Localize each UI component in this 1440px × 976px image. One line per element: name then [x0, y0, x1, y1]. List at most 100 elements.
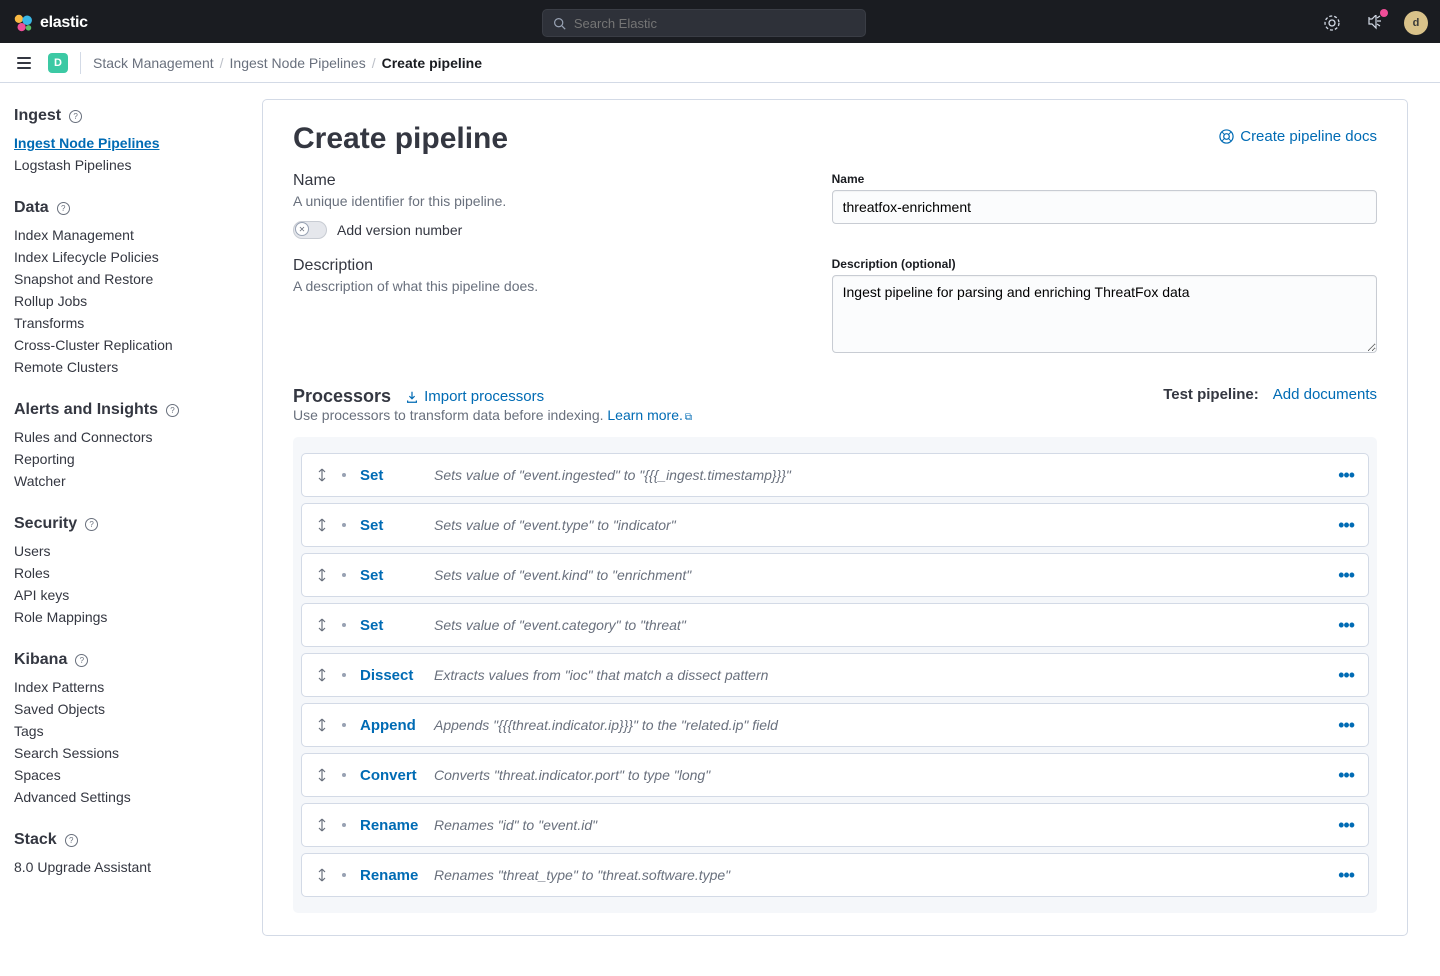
import-processors-link[interactable]: Import processors: [405, 388, 544, 405]
learn-more-link[interactable]: Learn more.⧉: [607, 407, 692, 423]
sidebar-item-search-sessions[interactable]: Search Sessions: [14, 745, 238, 761]
processor-desc: Sets value of "event.kind" to "enrichmen…: [434, 567, 1324, 583]
sidebar-item-api-keys[interactable]: API keys: [14, 587, 238, 603]
sidebar-item-advanced-settings[interactable]: Advanced Settings: [14, 789, 238, 805]
bullet-icon: [342, 623, 346, 627]
more-icon[interactable]: •••: [1338, 565, 1354, 586]
bullet-icon: [342, 523, 346, 527]
sidebar-item-saved-objects[interactable]: Saved Objects: [14, 701, 238, 717]
processor-type[interactable]: Rename: [360, 817, 420, 834]
drag-handle-icon[interactable]: [316, 818, 328, 832]
processor-type[interactable]: Append: [360, 717, 420, 734]
help-icon[interactable]: [1320, 11, 1344, 35]
help-icon[interactable]: ?: [65, 834, 78, 847]
header-actions: d: [1320, 11, 1428, 35]
logo-text: elastic: [40, 14, 88, 32]
sidebar-item-tags[interactable]: Tags: [14, 723, 238, 739]
name-title: Name: [293, 172, 792, 190]
processor-desc: Converts "threat.indicator.port" to type…: [434, 767, 1324, 783]
help-icon[interactable]: ?: [75, 654, 88, 667]
bullet-icon: [342, 573, 346, 577]
sidebar-item-ccr[interactable]: Cross-Cluster Replication: [14, 337, 238, 353]
processor-row[interactable]: SetSets value of "event.category" to "th…: [301, 603, 1369, 647]
search-input[interactable]: [574, 16, 855, 31]
sidebar-item-rollup[interactable]: Rollup Jobs: [14, 293, 238, 309]
more-icon[interactable]: •••: [1338, 615, 1354, 636]
processor-type[interactable]: Dissect: [360, 667, 420, 684]
sidebar-item-remote-clusters[interactable]: Remote Clusters: [14, 359, 238, 375]
processor-row[interactable]: AppendAppends "{{{threat.indicator.ip}}}…: [301, 703, 1369, 747]
add-documents-link[interactable]: Add documents: [1273, 386, 1377, 403]
processor-row[interactable]: SetSets value of "event.type" to "indica…: [301, 503, 1369, 547]
processors-title: Processors: [293, 386, 391, 407]
name-input[interactable]: [832, 190, 1377, 224]
help-icon[interactable]: ?: [166, 404, 179, 417]
processor-type[interactable]: Set: [360, 517, 420, 534]
hamburger-menu-icon[interactable]: [12, 51, 36, 75]
sidebar-item-index-management[interactable]: Index Management: [14, 227, 238, 243]
sidebar-heading-stack: Stack: [14, 831, 57, 849]
more-icon[interactable]: •••: [1338, 815, 1354, 836]
drag-handle-icon[interactable]: [316, 768, 328, 782]
news-icon[interactable]: [1362, 11, 1386, 35]
sidebar-item-logstash-pipelines[interactable]: Logstash Pipelines: [14, 157, 238, 173]
drag-handle-icon[interactable]: [316, 618, 328, 632]
logo[interactable]: elastic: [12, 12, 88, 34]
sidebar-item-index-patterns[interactable]: Index Patterns: [14, 679, 238, 695]
processor-type[interactable]: Set: [360, 567, 420, 584]
processor-row[interactable]: RenameRenames "id" to "event.id"•••: [301, 803, 1369, 847]
breadcrumb-stack-management[interactable]: Stack Management: [93, 55, 214, 71]
search-box[interactable]: [542, 9, 866, 37]
drag-handle-icon[interactable]: [316, 518, 328, 532]
sidebar-item-ingest-node-pipelines[interactable]: Ingest Node Pipelines: [14, 135, 238, 151]
processor-type[interactable]: Set: [360, 467, 420, 484]
sidebar-item-upgrade-assistant[interactable]: 8.0 Upgrade Assistant: [14, 859, 238, 875]
sidebar-item-roles[interactable]: Roles: [14, 565, 238, 581]
more-icon[interactable]: •••: [1338, 865, 1354, 886]
more-icon[interactable]: •••: [1338, 715, 1354, 736]
bullet-icon: [342, 873, 346, 877]
drag-handle-icon[interactable]: [316, 568, 328, 582]
version-toggle[interactable]: ✕: [293, 221, 327, 239]
more-icon[interactable]: •••: [1338, 765, 1354, 786]
help-icon[interactable]: ?: [85, 518, 98, 531]
sidebar-item-ilm[interactable]: Index Lifecycle Policies: [14, 249, 238, 265]
drag-handle-icon[interactable]: [316, 718, 328, 732]
sidebar-item-role-mappings[interactable]: Role Mappings: [14, 609, 238, 625]
processor-type[interactable]: Convert: [360, 767, 420, 784]
desc-input[interactable]: [832, 275, 1377, 353]
search-icon: [553, 17, 566, 30]
processor-row[interactable]: Set Sets value of "event.kind" to "enrich…: [301, 553, 1369, 597]
more-icon[interactable]: •••: [1338, 465, 1354, 486]
processor-desc: Extracts values from "ioc" that match a …: [434, 667, 1324, 683]
more-icon[interactable]: •••: [1338, 515, 1354, 536]
import-icon: [405, 390, 419, 404]
version-toggle-label: Add version number: [337, 222, 462, 238]
processor-row[interactable]: SetSets value of "event.ingested" to "{{…: [301, 453, 1369, 497]
sidebar-item-rules[interactable]: Rules and Connectors: [14, 429, 238, 445]
processor-row[interactable]: Convert Converts "threat.indicator.port" …: [301, 753, 1369, 797]
processor-desc: Renames "threat_type" to "threat.softwar…: [434, 867, 1324, 883]
space-badge[interactable]: D: [48, 53, 68, 73]
sidebar-item-reporting[interactable]: Reporting: [14, 451, 238, 467]
more-icon[interactable]: •••: [1338, 665, 1354, 686]
name-sub: A unique identifier for this pipeline.: [293, 193, 792, 209]
docs-link[interactable]: Create pipeline docs: [1219, 128, 1377, 145]
sidebar-item-watcher[interactable]: Watcher: [14, 473, 238, 489]
drag-handle-icon[interactable]: [316, 868, 328, 882]
sidebar-item-users[interactable]: Users: [14, 543, 238, 559]
processor-row[interactable]: Rename Renames "threat_type" to "threat.s…: [301, 853, 1369, 897]
drag-handle-icon[interactable]: [316, 668, 328, 682]
avatar[interactable]: d: [1404, 11, 1428, 35]
processor-row[interactable]: Dissect Extracts values from "ioc" that m…: [301, 653, 1369, 697]
sidebar-item-snapshot-restore[interactable]: Snapshot and Restore: [14, 271, 238, 287]
breadcrumb-ingest-pipelines[interactable]: Ingest Node Pipelines: [230, 55, 366, 71]
sidebar-item-spaces[interactable]: Spaces: [14, 767, 238, 783]
main-content: Create pipeline Create pipeline docs Nam…: [250, 83, 1440, 976]
processor-type[interactable]: Rename: [360, 867, 420, 884]
drag-handle-icon[interactable]: [316, 468, 328, 482]
processor-type[interactable]: Set: [360, 617, 420, 634]
help-icon[interactable]: ?: [69, 110, 82, 123]
sidebar-item-transforms[interactable]: Transforms: [14, 315, 238, 331]
help-icon[interactable]: ?: [57, 202, 70, 215]
